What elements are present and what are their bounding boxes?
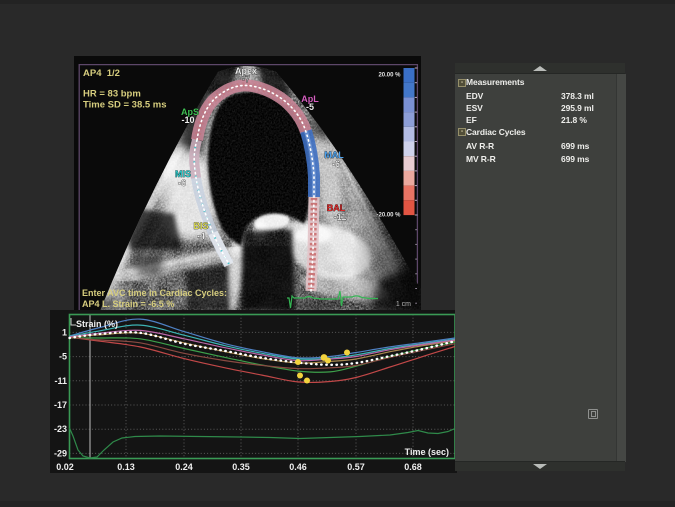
svg-text:-11: -11	[334, 212, 347, 222]
svg-text:-4: -4	[197, 231, 205, 241]
svg-text:-11: -11	[54, 376, 67, 386]
svg-text:0.35: 0.35	[232, 462, 250, 472]
svg-text:-6: -6	[332, 159, 340, 169]
svg-text:0.68: 0.68	[404, 462, 422, 472]
svg-text:1 cm: 1 cm	[396, 301, 411, 308]
svg-text:-5: -5	[59, 352, 67, 362]
svg-text:Strain (%): Strain (%)	[76, 319, 118, 329]
svg-text:-29: -29	[54, 448, 67, 458]
svg-text:AP4 1/2: AP4 1/2	[83, 68, 120, 79]
svg-text:BIS: BIS	[193, 221, 208, 231]
svg-text:-20.00 %: -20.00 %	[376, 213, 401, 219]
svg-text:-10: -10	[181, 115, 194, 125]
svg-text:-5: -5	[306, 102, 314, 112]
svg-text:Time (sec): Time (sec)	[405, 447, 449, 457]
svg-text:1: 1	[62, 327, 67, 337]
svg-text:HR = 83 bpm: HR = 83 bpm	[83, 89, 141, 100]
svg-text:-17: -17	[54, 400, 67, 410]
svg-text:-23: -23	[54, 424, 67, 434]
svg-text:0.13: 0.13	[117, 462, 135, 472]
svg-text:Enter AVC time in Cardiac Cycl: Enter AVC time in Cardiac Cycles:	[82, 288, 227, 298]
svg-text:-6: -6	[178, 178, 186, 188]
svg-text:0.24: 0.24	[175, 462, 193, 472]
svg-text:0.02: 0.02	[56, 462, 74, 472]
svg-text:0.46: 0.46	[289, 462, 307, 472]
svg-text:0.57: 0.57	[347, 462, 365, 472]
svg-text:Time SD = 38.5 ms: Time SD = 38.5 ms	[83, 100, 167, 111]
svg-text:-7: -7	[242, 74, 250, 84]
svg-text:AP4 L. Strain = -6.5 %: AP4 L. Strain = -6.5 %	[82, 299, 174, 309]
svg-text:20.00 %: 20.00 %	[378, 73, 401, 79]
